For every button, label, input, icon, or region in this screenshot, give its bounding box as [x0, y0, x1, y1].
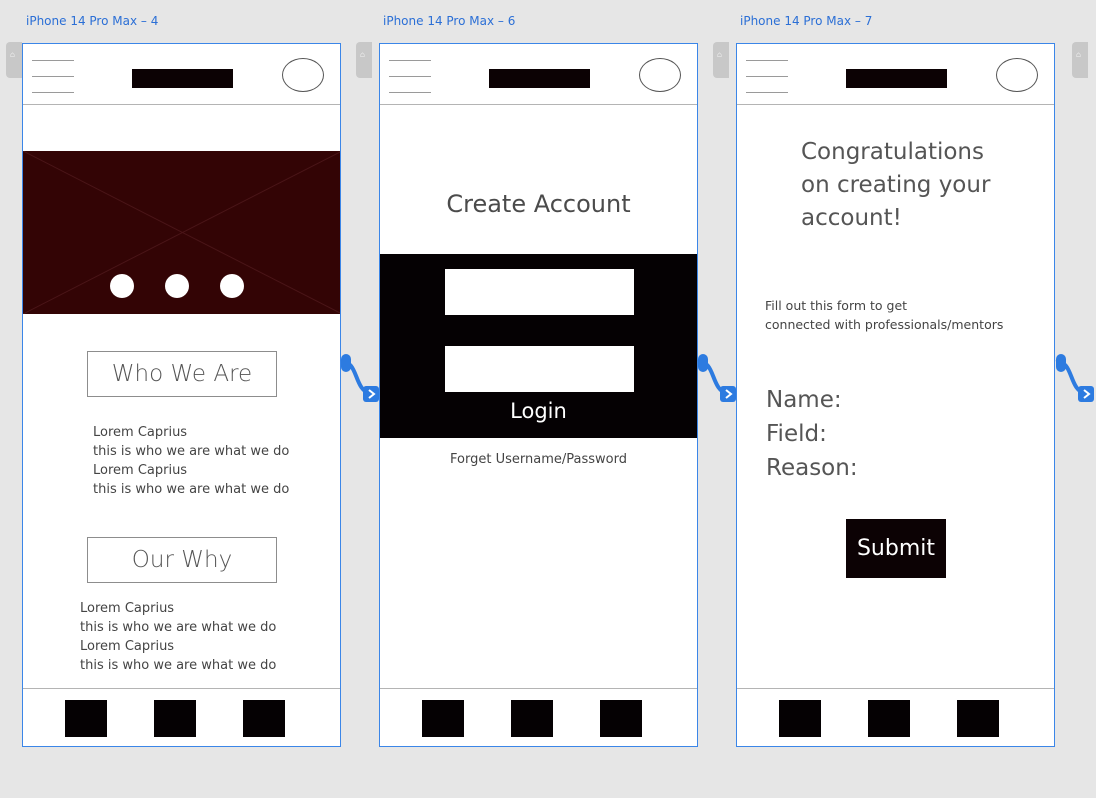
logo-placeholder: [489, 69, 590, 88]
username-field[interactable]: [445, 269, 634, 315]
submit-button[interactable]: Submit: [846, 519, 946, 578]
prototype-link-icon[interactable]: [696, 350, 740, 410]
login-panel: Login: [380, 254, 697, 438]
create-account-title: Create Account: [446, 190, 631, 218]
artboard-title[interactable]: iPhone 14 Pro Max – 4: [26, 14, 158, 28]
carousel-dot[interactable]: [220, 274, 244, 298]
artboard-iphone-7[interactable]: Congratulations on creating your account…: [736, 43, 1055, 747]
home-icon: ⌂: [10, 50, 15, 59]
prototype-link-icon[interactable]: [1054, 350, 1096, 410]
hamburger-menu-icon[interactable]: [746, 59, 788, 93]
reason-label: Reason:: [766, 455, 858, 481]
profile-circle-icon[interactable]: [282, 58, 324, 92]
profile-circle-icon[interactable]: [639, 58, 681, 92]
password-field[interactable]: [445, 346, 634, 392]
home-marker[interactable]: ⌂: [1072, 42, 1088, 78]
who-we-are-text: Lorem Caprius this is who we are what we…: [93, 425, 290, 497]
our-why-heading: Our Why: [87, 537, 277, 583]
login-button[interactable]: Login: [380, 399, 697, 423]
tab-bar-button[interactable]: [65, 700, 107, 737]
logo-placeholder: [132, 69, 233, 88]
tab-bar: [737, 688, 1054, 746]
tab-bar: [23, 688, 340, 746]
tab-bar-button[interactable]: [422, 700, 464, 737]
form-field-labels: Name: Field: Reason:: [766, 383, 858, 485]
hamburger-menu-icon[interactable]: [389, 59, 431, 93]
logo-placeholder: [846, 69, 947, 88]
app-header: [737, 44, 1054, 105]
home-marker[interactable]: ⌂: [356, 42, 372, 78]
tab-bar-button[interactable]: [243, 700, 285, 737]
artboard-title[interactable]: iPhone 14 Pro Max – 6: [383, 14, 515, 28]
who-we-are-heading: Who We Are: [87, 351, 277, 397]
forgot-password-link[interactable]: Forget Username/Password: [380, 452, 697, 467]
tab-bar-button[interactable]: [154, 700, 196, 737]
tab-bar-button[interactable]: [600, 700, 642, 737]
hamburger-menu-icon[interactable]: [32, 59, 74, 93]
carousel-dot[interactable]: [165, 274, 189, 298]
form-instructions: Fill out this form to get connected with…: [765, 298, 1004, 332]
home-marker[interactable]: ⌂: [6, 42, 22, 78]
tab-bar-button[interactable]: [779, 700, 821, 737]
carousel-dot[interactable]: [110, 274, 134, 298]
name-label: Name:: [766, 387, 842, 413]
home-marker[interactable]: ⌂: [713, 42, 729, 78]
profile-circle-icon[interactable]: [996, 58, 1038, 92]
hero-image-carousel: [23, 151, 340, 314]
home-icon: ⌂: [360, 50, 365, 59]
artboard-iphone-4[interactable]: Who We Are Lorem Caprius this is who we …: [22, 43, 341, 747]
app-header: [23, 44, 340, 105]
app-header: [380, 44, 697, 105]
congratulations-message: Congratulations on creating your account…: [801, 139, 991, 231]
home-icon: ⌂: [1076, 50, 1081, 59]
tab-bar: [380, 688, 697, 746]
our-why-text: Lorem Caprius this is who we are what we…: [80, 601, 277, 673]
tab-bar-button[interactable]: [957, 700, 999, 737]
prototype-link-icon[interactable]: [339, 350, 383, 410]
field-label: Field:: [766, 421, 827, 447]
tab-bar-button[interactable]: [868, 700, 910, 737]
tab-bar-button[interactable]: [511, 700, 553, 737]
artboard-iphone-6[interactable]: Create Account Login Forget Username/Pas…: [379, 43, 698, 747]
artboard-title[interactable]: iPhone 14 Pro Max – 7: [740, 14, 872, 28]
home-icon: ⌂: [717, 50, 722, 59]
